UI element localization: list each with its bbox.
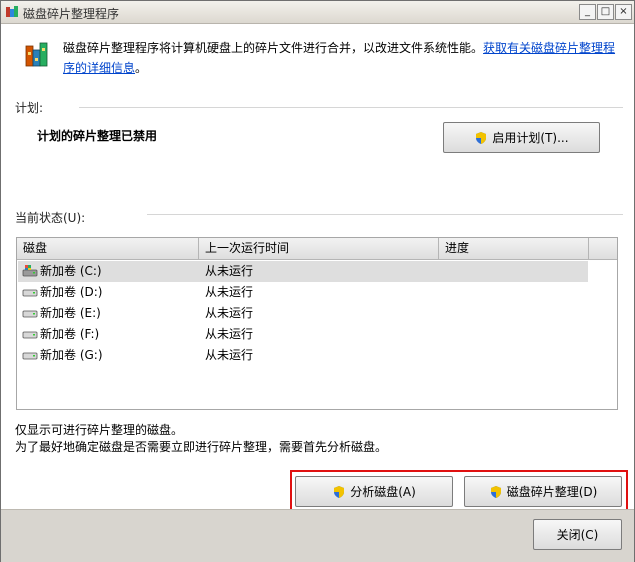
defrag-icon bbox=[25, 42, 48, 67]
close-button[interactable]: 关闭(C) bbox=[533, 519, 622, 550]
defrag-app-icon bbox=[6, 6, 18, 17]
close-window-button[interactable]: × bbox=[615, 4, 632, 20]
disk-last-run: 从未运行 bbox=[205, 348, 254, 362]
defragment-disk-button[interactable]: 磁盘碎片整理(D) bbox=[464, 476, 622, 507]
disk-row[interactable]: 新加卷 (E:) 从未运行 bbox=[18, 303, 588, 324]
column-last-run[interactable]: 上一次运行时间 bbox=[199, 238, 439, 259]
defragment-disk-label: 磁盘碎片整理(D) bbox=[506, 485, 598, 499]
analyze-disk-label: 分析磁盘(A) bbox=[350, 485, 416, 499]
column-progress[interactable]: 进度 bbox=[439, 238, 589, 259]
enable-schedule-button[interactable]: 启用计划(T)... bbox=[443, 122, 600, 153]
shield-icon bbox=[334, 485, 345, 498]
column-disk[interactable]: 磁盘 bbox=[17, 238, 199, 259]
description-suffix: 。 bbox=[135, 61, 148, 75]
description: 磁盘碎片整理程序将计算机硬盘上的碎片文件进行合并，以改进文件系统性能。获取有关磁… bbox=[63, 38, 621, 78]
disk-row[interactable]: 新加卷 (F:) 从未运行 bbox=[18, 324, 588, 345]
disk-name: 新加卷 (G:) bbox=[40, 348, 103, 362]
disk-row[interactable]: 新加卷 (C:) 从未运行 bbox=[18, 261, 588, 282]
system-drive-icon bbox=[22, 265, 38, 277]
drive-icon bbox=[22, 331, 38, 339]
status-divider bbox=[147, 214, 623, 215]
schedule-status: 计划的碎片整理已禁用 bbox=[37, 129, 158, 143]
enable-schedule-label: 启用计划(T)... bbox=[492, 131, 569, 145]
description-text: 磁盘碎片整理程序将计算机硬盘上的碎片文件进行合并，以改进文件系统性能。 bbox=[63, 41, 484, 55]
analyze-disk-button[interactable]: 分析磁盘(A) bbox=[295, 476, 453, 507]
info-line-2: 为了最好地确定磁盘是否需要立即进行碎片整理，需要首先分析磁盘。 bbox=[15, 440, 388, 454]
drive-icon bbox=[22, 310, 38, 318]
disk-row[interactable]: 新加卷 (G:) 从未运行 bbox=[18, 345, 588, 366]
title-bar[interactable]: 磁盘碎片整理程序 _ □ × bbox=[1, 1, 634, 24]
schedule-divider bbox=[79, 107, 623, 108]
dialog-footer: 关闭(C) bbox=[1, 509, 634, 562]
disk-name: 新加卷 (F:) bbox=[40, 327, 100, 341]
disk-last-run: 从未运行 bbox=[205, 306, 254, 320]
info-line-1: 仅显示可进行碎片整理的磁盘。 bbox=[15, 423, 184, 437]
main-content: 磁盘碎片整理程序将计算机硬盘上的碎片文件进行合并，以改进文件系统性能。获取有关磁… bbox=[1, 24, 634, 512]
defrag-window: 磁盘碎片整理程序 _ □ × 磁盘碎片整理程序将计算机硬盘上的碎片文件进行合并，… bbox=[0, 0, 635, 562]
disk-name: 新加卷 (D:) bbox=[40, 285, 103, 299]
disk-list[interactable]: 磁盘 上一次运行时间 进度 新加卷 (C:) 从未运行 新加卷 (D:) 从未运… bbox=[16, 237, 618, 410]
maximize-button[interactable]: □ bbox=[597, 4, 614, 20]
drive-icon bbox=[22, 352, 38, 360]
minimize-button[interactable]: _ bbox=[579, 4, 596, 20]
shield-icon bbox=[476, 131, 487, 144]
disk-name: 新加卷 (E:) bbox=[40, 306, 101, 320]
drive-icon bbox=[22, 289, 38, 297]
current-status-label: 当前状态(U): bbox=[15, 211, 86, 225]
disk-last-run: 从未运行 bbox=[205, 264, 254, 278]
disk-list-header: 磁盘 上一次运行时间 进度 bbox=[17, 238, 617, 260]
disk-row[interactable]: 新加卷 (D:) 从未运行 bbox=[18, 282, 588, 303]
disk-last-run: 从未运行 bbox=[205, 327, 254, 341]
shield-icon bbox=[490, 485, 501, 498]
window-title: 磁盘碎片整理程序 bbox=[23, 7, 120, 21]
disk-last-run: 从未运行 bbox=[205, 285, 254, 299]
disk-name: 新加卷 (C:) bbox=[40, 264, 102, 278]
schedule-label: 计划: bbox=[15, 101, 44, 115]
